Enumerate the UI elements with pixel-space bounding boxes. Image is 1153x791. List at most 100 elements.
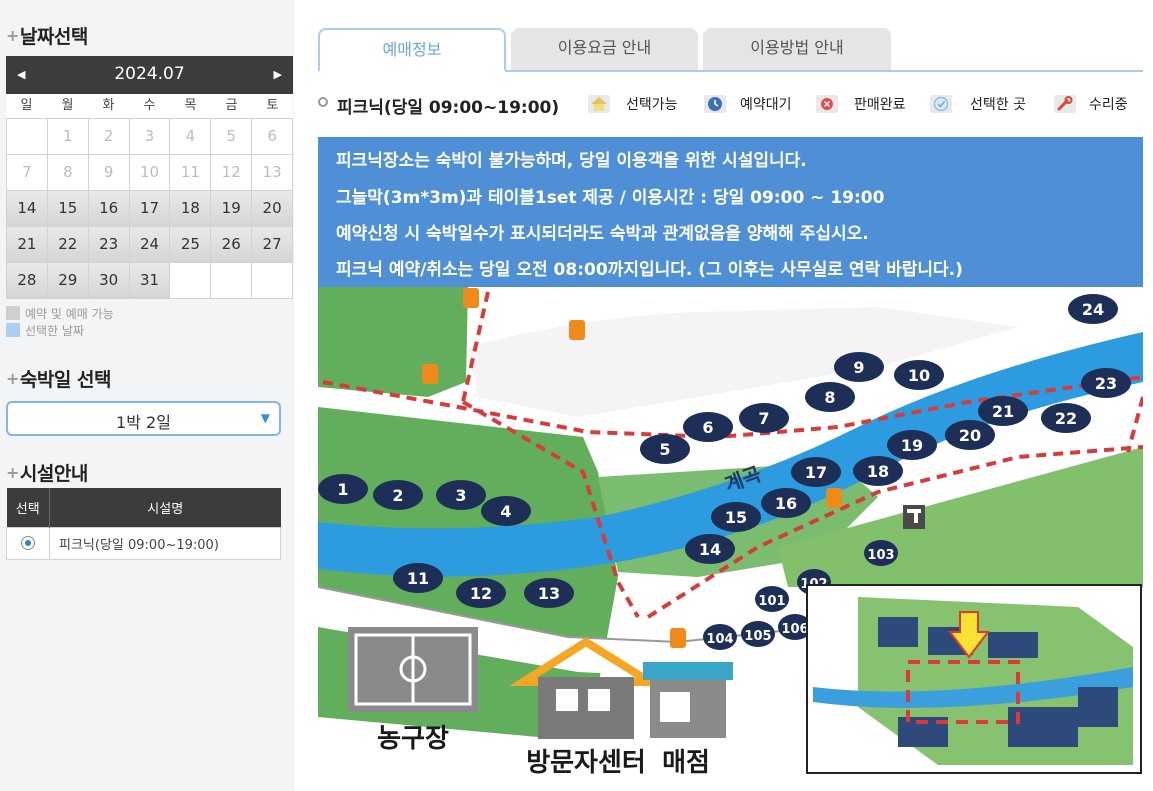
calendar-day-27[interactable]: 27 — [252, 227, 294, 263]
wrench-icon — [1054, 95, 1076, 113]
calendar-day-31[interactable]: 31 — [129, 263, 171, 299]
plus-icon: + — [6, 463, 19, 482]
site-label-101: 101 — [758, 594, 785, 609]
site-label-103: 103 — [867, 548, 894, 563]
stay-select-value: 1박 2일 — [116, 413, 171, 432]
house-icon — [588, 95, 610, 113]
calendar-header: ◀ 2024.07 ▶ — [6, 56, 293, 94]
facility-title: 피크닉(당일 09:00~19:00) — [337, 98, 560, 118]
calendar-day-14[interactable]: 14 — [7, 191, 48, 227]
bullet-icon — [318, 97, 328, 107]
calendar-day-24[interactable]: 24 — [129, 227, 171, 263]
calendar-week-row: 123456 — [7, 119, 294, 155]
visitor-center-label: 방문자센터 — [526, 748, 646, 775]
site-label-15: 15 — [725, 508, 747, 527]
site-label-4: 4 — [500, 502, 511, 521]
calendar-day-3: 3 — [129, 119, 171, 155]
site-label-14: 14 — [699, 540, 721, 559]
select-cell — [6, 526, 50, 560]
calendar-day-11: 11 — [170, 155, 212, 191]
site-label-20: 20 — [959, 426, 981, 445]
site-label-105: 105 — [744, 629, 771, 644]
calendar-empty-cell — [7, 119, 48, 155]
calendar-day-28[interactable]: 28 — [7, 263, 48, 299]
site-label-104: 104 — [706, 632, 733, 647]
calendar-week-row: 7 8 9 10 11 12 13 — [7, 155, 294, 191]
status-repair-label: 수리중 — [1089, 97, 1128, 113]
site-map-svg: 계곡 1 2 3456 789 101112 1314151617 18192021 2223… — [318, 287, 1143, 775]
site-label-22: 22 — [1055, 409, 1077, 428]
overview-inset-map — [806, 584, 1142, 774]
notice-box: 피크닉장소는 숙박이 불가능하며, 당일 이용객을 위한 시설입니다. 그늘막(… — [318, 137, 1143, 287]
calendar-weekdays: 일월화수목금토 — [6, 94, 293, 118]
weekday-label: 수 — [143, 98, 156, 113]
calendar-day-29[interactable]: 29 — [47, 263, 89, 299]
site-label-1: 1 — [337, 480, 348, 499]
facility-title-row: 피크닉(당일 09:00~19:00) 선택가능 예약대기 판매완료 선택한 곳… — [318, 92, 1143, 118]
calendar-day-30[interactable]: 30 — [88, 263, 130, 299]
site-label-3: 3 — [455, 486, 466, 505]
calendar-day-4: 4 — [170, 119, 212, 155]
calendar-day-15[interactable]: 15 — [47, 191, 89, 227]
tab-usage-info[interactable]: 이용방법 안내 — [703, 28, 891, 70]
site-label-13: 13 — [538, 584, 560, 603]
store-label: 매점 — [662, 748, 710, 775]
calendar-day-25[interactable]: 25 — [170, 227, 212, 263]
calendar-day-26[interactable]: 26 — [211, 227, 253, 263]
status-selected-label: 선택한 곳 — [970, 97, 1026, 113]
left-panel: +날짜선택 ◀ 2024.07 ▶ 일월화수목금토 1 2 3 4 5 6 7 8 9 10 11 1… — [0, 0, 294, 791]
next-month-icon[interactable]: ▶ — [274, 68, 282, 81]
site-label-11: 11 — [407, 569, 429, 588]
calendar-day-6: 6 — [252, 119, 294, 155]
calendar-day-8: 8 — [47, 155, 89, 191]
calendar-day-18[interactable]: 18 — [170, 191, 212, 227]
site-label-17: 17 — [805, 463, 827, 482]
gray-swatch — [6, 306, 20, 320]
tab-fee-info[interactable]: 이용요금 안내 — [511, 28, 698, 70]
calendar-day-23[interactable]: 23 — [88, 227, 130, 263]
calendar-day-5: 5 — [211, 119, 253, 155]
table-header-row: 선택 시설명 — [6, 488, 281, 527]
calendar-day-19[interactable]: 19 — [211, 191, 253, 227]
site-label-21: 21 — [992, 402, 1014, 421]
calendar-day-10: 10 — [129, 155, 171, 191]
calendar-day-12: 12 — [211, 155, 253, 191]
calendar-day-20[interactable]: 20 — [252, 191, 294, 227]
tab-bar: 예매정보 이용요금 안내 이용방법 안내 — [318, 28, 1143, 72]
legend-available: 예약 및 예매 가능 — [6, 306, 114, 323]
calendar-month: 2024.07 — [114, 64, 185, 84]
check-icon — [930, 95, 952, 113]
site-label-8: 8 — [824, 388, 835, 407]
site-label-9: 9 — [853, 358, 864, 377]
calendar-grid: 1 2 3 4 5 6 7 8 9 10 11 12 13 14 15 16 17 18 19 20 21 22 23 24 2… — [6, 118, 294, 299]
weekday-label: 토 — [266, 98, 279, 113]
calendar-day-21[interactable]: 21 — [7, 227, 48, 263]
stay-select[interactable]: 1박 2일 ▼ — [6, 401, 281, 436]
notice-line: 예약신청 시 숙박일수가 표시되더라도 숙박과 관계없음을 양해해 주십시오. — [336, 224, 869, 244]
calendar-day-13: 13 — [252, 155, 294, 191]
calendar-empty-cell — [211, 263, 253, 299]
plus-icon: + — [6, 369, 19, 388]
weekday-label: 월 — [61, 98, 74, 113]
site-label-106: 106 — [781, 622, 808, 637]
status-available-label: 선택가능 — [626, 97, 678, 113]
sold-out-icon — [816, 95, 838, 113]
calendar-day-22[interactable]: 22 — [47, 227, 89, 263]
calendar-day-9: 9 — [88, 155, 130, 191]
legend-selected: 선택한 날짜 — [6, 323, 114, 340]
site-label-19: 19 — [901, 436, 923, 455]
plus-icon: + — [6, 26, 19, 45]
table-row[interactable]: 피크닉(당일 09:00~19:00) — [6, 526, 281, 560]
chevron-down-icon: ▼ — [260, 411, 270, 425]
tab-booking-info[interactable]: 예매정보 — [318, 28, 506, 72]
status-soldout-label: 판매완료 — [854, 97, 906, 113]
weekday-label: 일 — [20, 98, 33, 113]
weekday-label: 금 — [225, 98, 238, 113]
weekday-label: 목 — [184, 98, 197, 113]
calendar-legend: 예약 및 예매 가능 선택한 날짜 — [6, 306, 114, 340]
blue-swatch — [6, 323, 20, 337]
calendar-day-17[interactable]: 17 — [129, 191, 171, 227]
facility-radio[interactable] — [21, 536, 35, 550]
calendar-day-16[interactable]: 16 — [88, 191, 130, 227]
site-label-18: 18 — [867, 462, 889, 481]
